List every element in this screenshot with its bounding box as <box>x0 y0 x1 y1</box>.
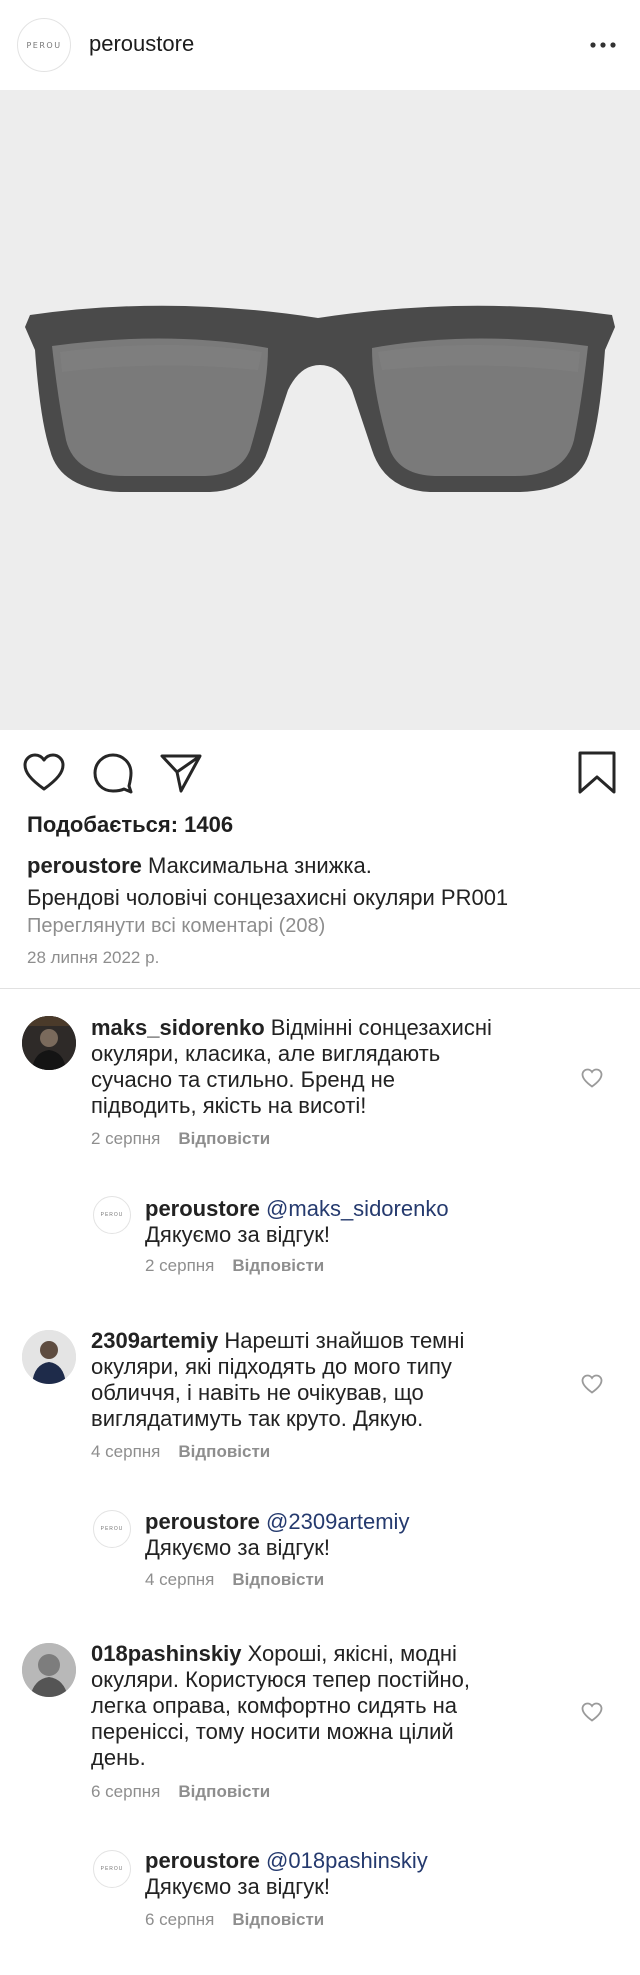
avatar[interactable] <box>22 1643 76 1697</box>
mention-link[interactable]: @2309artemiy <box>266 1509 409 1534</box>
avatar[interactable]: PEROU <box>93 1196 131 1234</box>
mention-link[interactable]: @018pashinskiy <box>266 1848 428 1873</box>
reply-button[interactable]: Відповісти <box>178 1442 270 1461</box>
avatar[interactable]: PEROU <box>93 1850 131 1888</box>
reply-date: 4 серпня <box>145 1570 215 1589</box>
caption-line-1: Максимальна знижка. <box>148 853 372 878</box>
comment-line: окуляри, класика, але виглядають <box>91 1041 441 1066</box>
comment-line: Хороші, якісні, модні <box>247 1641 457 1666</box>
reply-button[interactable]: Відповісти <box>232 1256 324 1275</box>
profile-avatar[interactable]: PEROU <box>17 18 71 72</box>
reply-username[interactable]: peroustore <box>145 1509 260 1534</box>
reply-meta: 4 серпня Відповісти <box>145 1570 324 1590</box>
mention-link[interactable]: @maks_sidorenko <box>266 1196 449 1221</box>
comment-like-heart-icon[interactable] <box>580 1700 604 1724</box>
bookmark-icon[interactable] <box>574 750 620 796</box>
comment-line: сучасно та стильно. Бренд не <box>91 1067 396 1092</box>
reply-date: 6 серпня <box>145 1910 215 1929</box>
comment-line: легка оправа, комфортно сидять на <box>91 1693 458 1718</box>
comment-like-heart-icon[interactable] <box>580 1066 604 1090</box>
comment-line: окуляри. Користуюся тепер постійно, <box>91 1667 471 1692</box>
sunglasses-image <box>25 305 615 492</box>
reply-message: Дякуємо за відгук! <box>145 1222 330 1247</box>
reply-button[interactable]: Відповісти <box>178 1129 270 1148</box>
reply-text: peroustore @018pashinskiy Дякуємо за від… <box>145 1848 585 1900</box>
reply-meta: 2 серпня Відповісти <box>145 1256 324 1276</box>
post-actions <box>0 730 640 810</box>
comment-text: 018pashinskiy Хороші, якісні, модні окул… <box>91 1641 561 1771</box>
post-caption: peroustore Максимальна знижка. Брендові … <box>27 850 617 914</box>
view-all-comments-link[interactable]: Переглянути всі коментарі (208) <box>27 915 325 938</box>
avatar-logo-text: PEROU <box>100 1526 124 1532</box>
reply-text: peroustore @2309artemiy Дякуємо за відгу… <box>145 1509 585 1561</box>
reply-message: Дякуємо за відгук! <box>145 1874 330 1899</box>
heart-icon[interactable] <box>21 750 67 796</box>
comment-text: 2309artemiy Нарешті знайшов темні окуляр… <box>91 1328 561 1432</box>
comment-line: Відмінні сонцезахисні <box>270 1015 492 1040</box>
comment-line: переніссі, тому носити можна цілий <box>91 1719 454 1744</box>
avatar-logo-text: PEROU <box>100 1866 124 1872</box>
comment-username[interactable]: 2309artemiy <box>91 1328 218 1353</box>
reply-meta: 6 серпня Відповісти <box>145 1910 324 1930</box>
likes-count[interactable]: Подобається: 1406 <box>27 812 233 838</box>
comment-line: Нарешті знайшов темні <box>224 1328 465 1353</box>
comment-line: окуляри, які підходять до мого типу <box>91 1354 452 1379</box>
comment-like-heart-icon[interactable] <box>580 1372 604 1396</box>
reply-text: peroustore @maks_sidorenko Дякуємо за ві… <box>145 1196 585 1248</box>
caption-line-2: Брендові чоловічі сонцезахисні окуляри P… <box>27 885 509 910</box>
avatar[interactable]: PEROU <box>93 1510 131 1548</box>
comment-line: день. <box>91 1745 146 1770</box>
comment-meta: 6 серпня Відповісти <box>91 1782 270 1802</box>
profile-username[interactable]: peroustore <box>89 31 194 57</box>
reply-date: 2 серпня <box>145 1256 215 1275</box>
post-header: PEROU peroustore <box>0 0 640 90</box>
reply-button[interactable]: Відповісти <box>178 1782 270 1801</box>
reply-button[interactable]: Відповісти <box>232 1910 324 1929</box>
caption-username[interactable]: peroustore <box>27 853 142 878</box>
comment-line: виглядатимуть так круто. Дякую. <box>91 1406 424 1431</box>
comment-bubble-icon[interactable] <box>90 750 136 796</box>
comment-meta: 4 серпня Відповісти <box>91 1442 270 1462</box>
reply-username[interactable]: peroustore <box>145 1196 260 1221</box>
comment-date: 6 серпня <box>91 1782 161 1801</box>
comment-text: maks_sidorenko Відмінні сонцезахисні оку… <box>91 1015 561 1119</box>
avatar[interactable] <box>22 1330 76 1384</box>
logo-text: PEROU <box>26 40 62 50</box>
paper-plane-icon[interactable] <box>158 750 204 796</box>
divider <box>0 988 640 989</box>
comment-line: підводить, якість на висоті! <box>91 1093 367 1118</box>
comment-username[interactable]: maks_sidorenko <box>91 1015 265 1040</box>
comment-meta: 2 серпня Відповісти <box>91 1129 270 1149</box>
post-image[interactable] <box>0 90 640 730</box>
avatar-logo-text: PEROU <box>100 1212 124 1218</box>
reply-message: Дякуємо за відгук! <box>145 1535 330 1560</box>
more-options-icon[interactable] <box>588 30 618 60</box>
comment-line: обличчя, і навіть не очікував, що <box>91 1380 424 1405</box>
reply-username[interactable]: peroustore <box>145 1848 260 1873</box>
comment-date: 4 серпня <box>91 1442 161 1461</box>
reply-button[interactable]: Відповісти <box>232 1570 324 1589</box>
post-date: 28 липня 2022 р. <box>27 948 160 967</box>
comment-date: 2 серпня <box>91 1129 161 1148</box>
comment-username[interactable]: 018pashinskiy <box>91 1641 241 1666</box>
avatar[interactable] <box>22 1016 76 1070</box>
